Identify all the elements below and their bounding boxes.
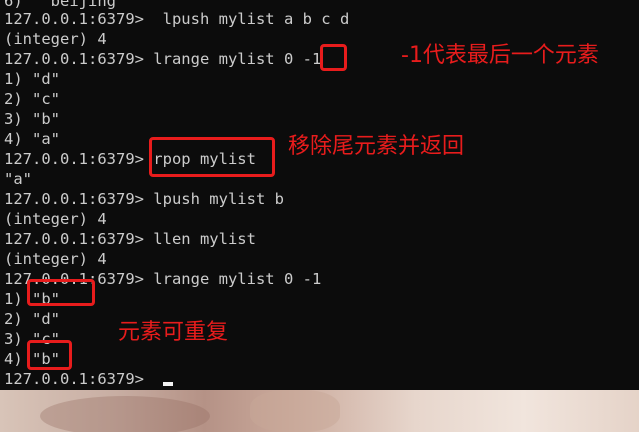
- annotation-repeatable: 元素可重复: [118, 320, 229, 345]
- terminal-line: 127.0.0.1:6379> lpush mylist b: [4, 190, 284, 208]
- background-shade: [40, 396, 210, 432]
- terminal-line: (integer) 4: [4, 210, 107, 228]
- terminal-line: 1) "d": [4, 70, 60, 88]
- terminal-prompt: 127.0.0.1:6379>: [4, 370, 154, 388]
- highlight-box-last-b: [27, 340, 72, 370]
- desktop-background: [0, 390, 639, 432]
- highlight-box-first-b: [27, 279, 95, 306]
- annotation-last-element: -1代表最后一个元素: [401, 43, 599, 68]
- highlight-box-rpop: [149, 137, 275, 177]
- terminal-line: 127.0.0.1:6379> lpush mylist a b c d: [4, 10, 350, 28]
- terminal-line: (integer) 4: [4, 30, 107, 48]
- annotation-rpop: 移除尾元素并返回: [288, 134, 465, 159]
- terminal-line: 2) "c": [4, 90, 60, 108]
- terminal-line: 127.0.0.1:6379> llen mylist: [4, 230, 256, 248]
- highlight-box-minus-one: [320, 44, 347, 71]
- background-shade: [250, 390, 340, 432]
- terminal-line: (integer) 4: [4, 250, 107, 268]
- terminal-line: "a": [4, 170, 32, 188]
- terminal-line: 3) "b": [4, 110, 60, 128]
- terminal-line: 127.0.0.1:6379> lrange mylist 0 -1: [4, 50, 322, 68]
- terminal-line: 2) "d": [4, 310, 60, 328]
- text-cursor: [163, 382, 173, 386]
- screenshot: 6) "beijing" 127.0.0.1:6379> lpush mylis…: [0, 0, 639, 432]
- terminal-line: 4) "a": [4, 130, 60, 148]
